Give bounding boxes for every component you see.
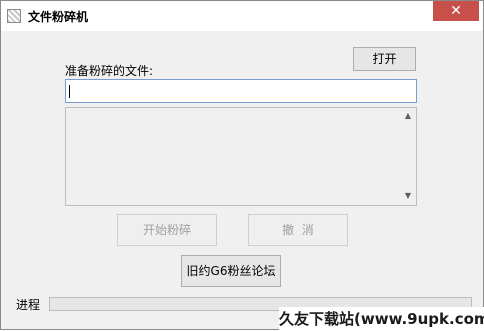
chevron-down-icon[interactable]: ▼ bbox=[403, 192, 413, 200]
close-button[interactable]: ✕ bbox=[433, 1, 479, 21]
watermark-text: 久友下载站(www.9upk.com) bbox=[279, 307, 484, 331]
window-title: 文件粉碎机 bbox=[28, 10, 89, 24]
cancel-button[interactable]: 撤 消 bbox=[248, 214, 348, 246]
progress-label: 进程 bbox=[16, 298, 41, 312]
title-bar[interactable]: 文件粉碎机 ✕ bbox=[1, 1, 483, 31]
file-label: 准备粉碎的文件: bbox=[65, 64, 154, 78]
forum-link-button[interactable]: 旧约G6粉丝论坛 bbox=[181, 255, 281, 287]
file-list-box[interactable]: ▲ ▼ bbox=[65, 107, 417, 206]
start-shred-button[interactable]: 开始粉碎 bbox=[117, 214, 217, 246]
main-window: 文件粉碎机 ✕ 打开 准备粉碎的文件: ▲ ▼ 开始粉碎 撤 消 旧约G6粉丝论… bbox=[0, 0, 484, 331]
chevron-up-icon[interactable]: ▲ bbox=[403, 112, 413, 120]
file-path-input[interactable] bbox=[65, 79, 417, 103]
shredder-app-icon bbox=[7, 9, 21, 23]
text-caret bbox=[69, 85, 70, 98]
open-button[interactable]: 打开 bbox=[353, 47, 416, 71]
close-icon: ✕ bbox=[450, 3, 462, 19]
